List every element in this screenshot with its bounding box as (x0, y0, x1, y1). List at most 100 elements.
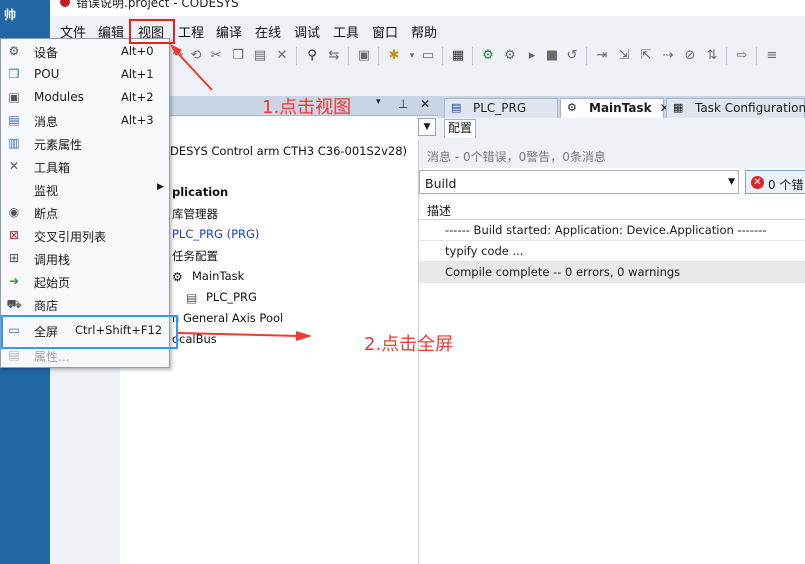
toolbox-icon: ✕ (8, 159, 20, 173)
step-out-icon[interactable]: ⇱ (638, 48, 654, 64)
message-category-value: Build (425, 176, 457, 191)
open-object-icon[interactable]: ▭ (420, 48, 436, 64)
toolbar-separator (756, 47, 757, 65)
menu-tools[interactable]: 工具 (333, 22, 359, 41)
task-config-icon: ▦ (673, 101, 684, 114)
tree-item-library-manager[interactable]: 库管理器 (172, 206, 218, 222)
tree-item-application[interactable]: plication (172, 185, 228, 199)
toolbar-separator (472, 47, 473, 65)
tree-item-plc-prg-call-label: PLC_PRG (206, 290, 257, 304)
menu-item-call-stack[interactable]: ⊞ 调用栈 (1, 247, 169, 270)
menu-item-shortcut: Alt+1 (121, 67, 154, 81)
menu-item-start-page[interactable]: ➔ 起始页 (1, 270, 169, 293)
paste-icon[interactable]: ▤ (252, 48, 268, 64)
store-icon: ⛟ (6, 297, 22, 311)
panel-dropdown-icon[interactable]: ▾ (376, 97, 381, 107)
undo-gray-icon[interactable]: ⟲ (188, 48, 204, 64)
menu-item-shortcut: Alt+2 (121, 90, 154, 104)
redo-icon[interactable]: ↷ (170, 48, 186, 64)
menu-online[interactable]: 在线 (255, 22, 281, 41)
menu-build[interactable]: 编译 (216, 22, 242, 41)
message-row[interactable]: typify code ... (419, 241, 805, 262)
menu-item-label: 断点 (34, 207, 59, 221)
start-icon[interactable]: ▸ (524, 48, 540, 64)
tree-item-plc-prg[interactable]: PLC_PRG (PRG) (172, 227, 259, 241)
menu-item-label: 起始页 (34, 276, 71, 290)
error-icon: ✕ (751, 176, 764, 189)
tree-item-plc-prg-call[interactable]: ▤ PLC_PRG (186, 290, 257, 305)
stop-icon[interactable]: ■ (544, 48, 560, 64)
reset-icon[interactable]: ↺ (564, 48, 580, 64)
tab-plc-prg[interactable]: ▤ PLC_PRG (444, 98, 558, 118)
tree-item-axis-pool[interactable]: n General Axis Pool (172, 311, 283, 325)
message-text: typify code ... (445, 244, 524, 258)
menu-help[interactable]: 帮助 (411, 22, 437, 41)
step-over-icon[interactable]: ⇥ (594, 48, 610, 64)
find-icon[interactable]: ⚲ (304, 48, 320, 64)
message-category-select[interactable]: Build ▼ (419, 170, 739, 194)
menu-item-pou[interactable]: ❐ POU Alt+1 (1, 63, 169, 86)
menu-item-watch[interactable]: 监视 ▶ (1, 178, 169, 201)
menu-window[interactable]: 窗口 (372, 22, 398, 41)
tree-scroll-down-button[interactable]: ▼ (418, 118, 436, 136)
menu-item-label: 属性... (34, 350, 70, 364)
element-properties-icon: ▥ (8, 136, 20, 150)
menu-item-toolbox[interactable]: ✕ 工具箱 (1, 155, 169, 178)
step-into-icon[interactable]: ⇲ (616, 48, 632, 64)
tree-item-device[interactable]: DESYS Control arm CTH3 C36-001S2v28) (170, 144, 407, 158)
forward-icon[interactable]: ⇨ (734, 48, 750, 64)
tree-item-task-configuration[interactable]: 任务配置 (172, 248, 218, 264)
select-all-icon[interactable]: ▣ (356, 48, 372, 64)
panel-close-icon[interactable]: ✕ (420, 97, 430, 111)
editor-tab-bar: ▤ PLC_PRG ⚙ MainTask ✕ ▦ Task Configurati… (438, 96, 805, 118)
menu-item-modules[interactable]: ▣ Modules Alt+2 (1, 86, 169, 109)
view-menu-highlight (129, 19, 175, 44)
task-icon: ⚙ (172, 269, 183, 284)
desktop-shortcut-label[interactable]: 帅 (4, 6, 26, 24)
menu-item-shortcut: Alt+3 (121, 113, 154, 127)
run-to-cursor-icon[interactable]: ⇢ (660, 48, 676, 64)
menu-item-messages[interactable]: ▤ 消息 Alt+3 (1, 109, 169, 132)
program-icon: ▤ (451, 101, 462, 114)
tab-task-configuration-label: Task Configuration (695, 101, 805, 115)
message-text: Compile complete -- 0 errors, 0 warnings (445, 265, 681, 279)
menu-item-store[interactable]: ⛟ 商店 (1, 293, 169, 316)
toolbar-options-icon[interactable]: ≡ (764, 48, 780, 64)
replace-icon[interactable]: ⇆ (326, 48, 342, 64)
login-icon[interactable]: ⚙ (480, 48, 496, 64)
pin-icon[interactable]: ⊥ (398, 97, 408, 111)
annotation-step-2: 2.点击全屏 (364, 334, 454, 355)
copy-icon[interactable]: ❐ (230, 48, 246, 64)
menu-debug[interactable]: 调试 (294, 22, 320, 41)
tab-configuration[interactable]: 配置 (444, 119, 476, 138)
error-filter-button[interactable]: ✕ 0 个错 (745, 170, 805, 194)
menu-item-label: 监视 (34, 184, 59, 198)
breakpoint-toggle-icon[interactable]: ⊘ (682, 48, 698, 64)
messages-header: 消息 - 0个错误，0警告，0条消息 (419, 140, 805, 168)
message-row[interactable]: Compile complete -- 0 errors, 0 warnings (419, 262, 805, 283)
delete-icon[interactable]: ✕ (274, 48, 290, 64)
tab-task-configuration[interactable]: ▦ Task Configuration (666, 98, 805, 118)
menu-project[interactable]: 工程 (178, 22, 204, 41)
messages-column-header[interactable]: 描述 (419, 198, 805, 220)
menu-item-shortcut: Alt+0 (121, 44, 154, 58)
menu-item-breakpoints[interactable]: ◉ 断点 (1, 201, 169, 224)
tree-item-localbus[interactable]: ocalBus (172, 332, 217, 346)
menu-item-label: 设备 (34, 46, 59, 60)
write-values-icon[interactable]: ⇅ (704, 48, 720, 64)
tree-item-maintask[interactable]: ⚙ MainTask (172, 269, 244, 284)
logout-icon[interactable]: ⚙ (502, 48, 518, 64)
message-row[interactable]: ------ Build started: Application: Devic… (419, 220, 805, 241)
pou-icon: ❐ (8, 67, 20, 81)
menu-item-label: Modules (34, 90, 84, 104)
new-object-icon[interactable]: ✱ (386, 48, 402, 64)
menu-item-cross-reference[interactable]: ⊠ 交叉引用列表 (1, 224, 169, 247)
new-object-dropdown-icon[interactable]: ▾ (404, 48, 420, 64)
build-icon[interactable]: ▦ (450, 48, 466, 64)
title-bar: 错误说明.project - CODESYS (50, 0, 805, 16)
menu-item-element-properties[interactable]: ▥ 元素属性 (1, 132, 169, 155)
start-page-icon: ➔ (8, 274, 20, 288)
cut-icon[interactable]: ✂ (208, 48, 224, 64)
tab-maintask[interactable]: ⚙ MainTask ✕ (560, 98, 670, 118)
column-description: 描述 (427, 204, 452, 218)
